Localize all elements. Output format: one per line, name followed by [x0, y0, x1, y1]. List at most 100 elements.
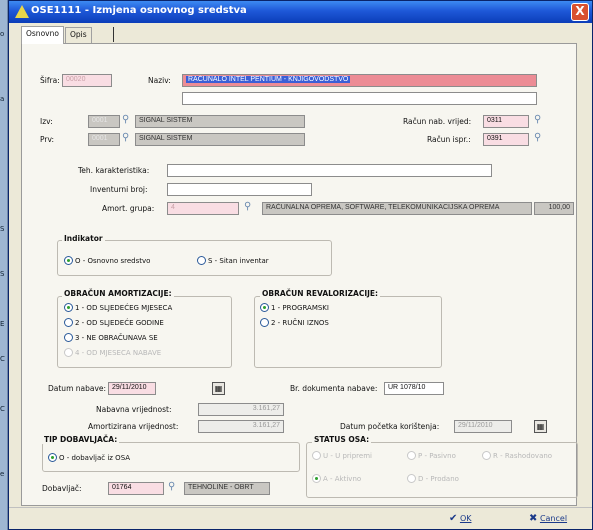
radio-dot	[197, 256, 206, 265]
cancel-button[interactable]: ✖ Cancel	[529, 513, 567, 524]
prv-search-icon[interactable]: ⚲	[122, 132, 129, 143]
izv-label: Izv:	[40, 117, 53, 126]
radio-reval-1-label: 1 - PROGRAMSKI	[271, 304, 329, 312]
teh-label: Teh. karakteristika:	[78, 166, 150, 175]
amort-code-field[interactable]: 4	[167, 202, 239, 215]
prv-code-field[interactable]: 0001	[88, 133, 120, 146]
strip-char: C	[0, 405, 5, 413]
br-dok-field[interactable]: UR 1078/10	[384, 382, 444, 395]
amort-label: Amort. grupa:	[102, 204, 155, 213]
radio-dot-selected	[312, 474, 321, 483]
radio-status-d-label: D - Prodano	[418, 475, 459, 483]
radio-sitan-inventar[interactable]: S - Sitan inventar	[197, 256, 269, 265]
radio-dot	[407, 451, 416, 460]
br-dok-label: Br. dokumenta nabave:	[290, 384, 378, 393]
radio-dot-selected	[48, 453, 57, 462]
radio-dot-selected	[260, 303, 269, 312]
strip-char: C	[0, 355, 5, 363]
radio-reval-1[interactable]: 1 - PROGRAMSKI	[260, 303, 329, 312]
background-window-strip: o a S S E C C e	[0, 0, 8, 530]
check-icon: ✔	[449, 513, 458, 524]
izv-code-field[interactable]: 0001	[88, 115, 120, 128]
datum-kor-field: 29/11/2010	[454, 420, 512, 433]
radio-status-p-label: P - Pasivno	[418, 452, 456, 460]
radio-amort-3-label: 3 - NE OBRAČUNAVA SE	[75, 334, 158, 342]
radio-amort-4: 4 - OD MJESECA NABAVE	[64, 348, 161, 357]
dialog-window: OSE1111 - Izmjena osnovnog sredstva X Os…	[8, 0, 593, 530]
radio-dot-selected	[64, 303, 73, 312]
calendar-icon[interactable]: ▦	[212, 382, 225, 395]
radio-osnovno-sredstvo[interactable]: O - Osnovno sredstvo	[64, 256, 150, 265]
dobavljac-search-icon[interactable]: ⚲	[168, 481, 175, 492]
naziv-field[interactable]: RAČUNALO INTEL PENTIUM - KNJIGOVODSTVO	[182, 74, 537, 87]
tab-opis[interactable]: Opis	[65, 27, 92, 43]
radio-amort-2-label: 2 - OD SLJEDEĆE GODINE	[75, 319, 164, 327]
radio-dot	[312, 451, 321, 460]
radio-reval-2[interactable]: 2 - RUČNI IZNOS	[260, 318, 329, 327]
strip-char: a	[0, 95, 5, 103]
inv-label: Inventurni broj:	[90, 185, 148, 194]
tab-osnovno[interactable]: Osnovno	[21, 26, 64, 44]
window-title: OSE1111 - Izmjena osnovnog sredstva	[31, 5, 247, 16]
tip-dob-title: TIP DOBAVLJAČA:	[42, 435, 120, 444]
racun-ispr-field[interactable]: 0391	[483, 133, 529, 146]
amort-pct-field: 100,00	[534, 202, 574, 215]
obracun-amort-title: OBRAČUN AMORTIZACIJE:	[62, 289, 174, 298]
tab-bar: Osnovno Opis	[9, 23, 592, 44]
tab-separator	[113, 27, 114, 42]
radio-amort-1[interactable]: 1 - OD SLJEDEĆEG MJESECA	[64, 303, 172, 312]
teh-field[interactable]	[167, 164, 492, 177]
naziv-field-2[interactable]	[182, 92, 537, 105]
radio-dobavljac-osa[interactable]: O - dobavljač iz OSA	[48, 453, 130, 462]
radio-status-r-label: R - Rashodovano	[493, 452, 553, 460]
strip-char: e	[0, 470, 5, 478]
inv-field[interactable]	[167, 183, 312, 196]
nab-vrij-label: Nabavna vrijednost:	[96, 405, 172, 414]
radio-amort-3[interactable]: 3 - NE OBRAČUNAVA SE	[64, 333, 158, 342]
racun-ispr-label: Račun ispr.:	[427, 135, 471, 144]
datum-nabave-field[interactable]: 29/11/2010	[108, 382, 156, 395]
sifra-field[interactable]: 00020	[62, 74, 112, 87]
radio-dot	[407, 474, 416, 483]
radio-status-r: R - Rashodovano	[482, 451, 552, 460]
izv-name-field: SIGNAL SISTEM	[135, 115, 305, 128]
status-osa-title: STATUS OSA:	[312, 435, 372, 444]
naziv-value: RAČUNALO INTEL PENTIUM - KNJIGOVODSTVO	[186, 76, 351, 83]
radio-dot	[64, 333, 73, 342]
radio-reval-2-label: 2 - RUČNI IZNOS	[271, 319, 329, 327]
radio-status-u-label: U - U pripremi	[323, 452, 372, 460]
strip-char: S	[0, 270, 5, 278]
radio-dot	[482, 451, 491, 460]
cancel-label: Cancel	[539, 514, 568, 523]
strip-char: o	[0, 30, 5, 38]
radio-amort-4-label: 4 - OD MJESECA NABAVE	[75, 349, 162, 357]
amort-name-field: RAČUNALNA OPREMA, SOFTWARE, TELEKOMUNIKA…	[262, 202, 532, 215]
racun-nab-search-icon[interactable]: ⚲	[534, 114, 541, 125]
prv-name-field: SIGNAL SISTEM	[135, 133, 305, 146]
amort-vrij-field: 3.161,27	[198, 420, 284, 433]
izv-search-icon[interactable]: ⚲	[122, 114, 129, 125]
calendar-icon[interactable]: ▦	[534, 420, 547, 433]
radio-status-u: U - U pripremi	[312, 451, 372, 460]
radio-dot-selected	[64, 256, 73, 265]
radio-status-p: P - Pasivno	[407, 451, 456, 460]
radio-dot	[260, 318, 269, 327]
indikator-title: Indikator	[62, 234, 105, 243]
radio-status-a-label: A - Aktivno	[323, 475, 362, 483]
ok-button[interactable]: ✔ OK	[449, 513, 471, 524]
amort-search-icon[interactable]: ⚲	[244, 201, 251, 212]
dobavljac-code-field[interactable]: 01764	[108, 482, 164, 495]
radio-dot	[64, 318, 73, 327]
main-panel: Šifra: 00020 Naziv: RAČUNALO INTEL PENTI…	[21, 43, 578, 506]
radio-amort-1-label: 1 - OD SLJEDEĆEG MJESECA	[75, 304, 173, 312]
obracun-reval-title: OBRAČUN REVALORIZACIJE:	[260, 289, 381, 298]
racun-ispr-search-icon[interactable]: ⚲	[534, 132, 541, 143]
radio-amort-2[interactable]: 2 - OD SLJEDEĆE GODINE	[64, 318, 164, 327]
naziv-label: Naziv:	[148, 76, 171, 85]
radio-osnovno-label: O - Osnovno sredstvo	[75, 257, 151, 265]
strip-char: E	[0, 320, 5, 328]
racun-nab-field[interactable]: 0311	[483, 115, 529, 128]
dobavljac-label: Dobavljač:	[42, 484, 82, 493]
title-bar[interactable]: OSE1111 - Izmjena osnovnog sredstva X	[9, 1, 592, 23]
close-button[interactable]: X	[571, 3, 589, 21]
